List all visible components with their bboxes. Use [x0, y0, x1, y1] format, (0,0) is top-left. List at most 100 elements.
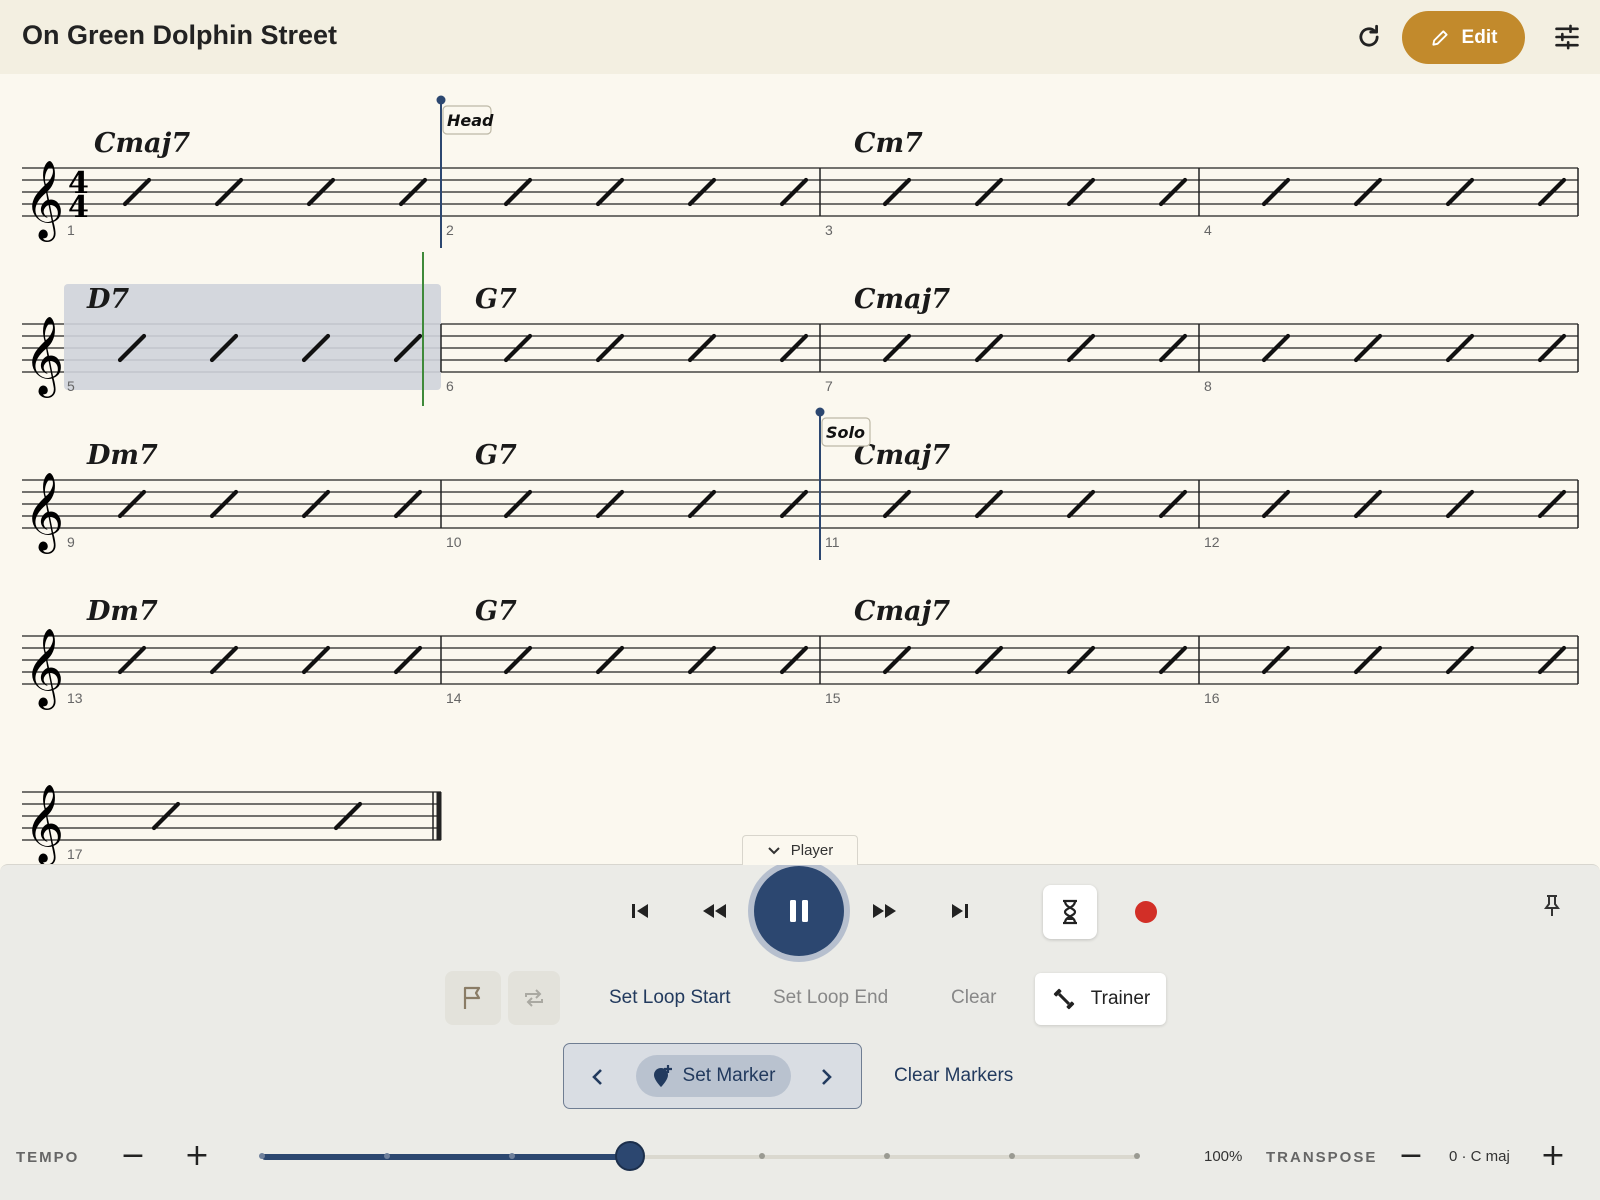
measure-number: 7 [825, 378, 833, 394]
tempo-slider-tick [509, 1153, 515, 1159]
tempo-slider-tick [259, 1153, 265, 1159]
song-title: On Green Dolphin Street [22, 20, 338, 50]
measure-number: 13 [67, 690, 83, 706]
tempo-slider-tick [884, 1153, 890, 1159]
tempo-decrease-button[interactable]: − [116, 1140, 150, 1174]
chord-symbol: Cmaj7 [854, 596, 950, 627]
measure-number: 8 [1204, 378, 1212, 394]
measure-number: 5 [67, 378, 75, 394]
pause-button[interactable] [754, 866, 844, 956]
treble-clef: 𝄞 [24, 784, 64, 864]
clear-markers-button[interactable]: Clear Markers [894, 1065, 1013, 1087]
chevron-down-icon [768, 846, 780, 854]
tempo-value: 100% [1204, 1148, 1243, 1165]
tempo-slider-tick [759, 1153, 765, 1159]
count-in-button[interactable] [1043, 885, 1097, 939]
treble-clef: 𝄞 [24, 160, 64, 242]
marker-label: Head [447, 111, 494, 130]
rewind-button[interactable] [692, 889, 736, 933]
chord-symbol: Cmaj7 [94, 128, 190, 159]
measure-number: 14 [446, 690, 462, 706]
chord-symbol: G7 [475, 440, 517, 471]
record-button[interactable] [1119, 885, 1173, 939]
hourglass-icon [1063, 899, 1077, 925]
measure-number: 17 [67, 846, 83, 862]
app-header: On Green Dolphin Street Edit [0, 0, 1600, 74]
transpose-value: 0 · C maj [1449, 1148, 1510, 1165]
marker-handle [815, 407, 825, 417]
treble-clef: 𝄞 [24, 316, 64, 398]
tempo-slider-thumb[interactable] [614, 1141, 645, 1171]
chord-symbol: G7 [475, 596, 517, 627]
tempo-slider[interactable] [259, 1141, 1140, 1171]
transpose-decrease-button[interactable]: − [1394, 1140, 1428, 1174]
repeat-icon [525, 989, 543, 1007]
chord-symbol: Dm7 [86, 596, 158, 627]
player-toggle[interactable]: Player [742, 835, 858, 865]
tempo-slider-fill [262, 1154, 630, 1160]
marker-label: Solo [826, 423, 865, 442]
chord-symbol: Cm7 [854, 128, 923, 159]
tempo-label: TEMPO [16, 1149, 80, 1166]
measure-number: 1 [67, 222, 75, 238]
flag-icon [463, 986, 481, 1009]
measure-number: 10 [446, 534, 462, 550]
previous-marker-button[interactable] [576, 1055, 620, 1099]
set-marker-label: Set Marker [682, 1065, 776, 1086]
marker-handle [436, 95, 446, 105]
skip-to-start-button[interactable] [618, 889, 662, 933]
trainer-label: Trainer [1090, 988, 1151, 1009]
next-marker-button[interactable] [804, 1055, 848, 1099]
set-marker-button[interactable]: Set Marker [636, 1055, 791, 1097]
pin-icon [1544, 895, 1560, 916]
set-loop-end-button[interactable]: Set Loop End [773, 987, 888, 1009]
fast-forward-icon [873, 904, 896, 918]
dumbbell-icon [1053, 988, 1074, 1010]
chord-symbol: G7 [475, 284, 517, 315]
chevron-right-icon [822, 1069, 832, 1085]
edit-button[interactable]: Edit [1402, 11, 1525, 64]
sliders-icon[interactable] [1550, 20, 1584, 54]
lead-sheet[interactable]: 𝄞 441Cmaj72 3Cm74𝄞 5D76G77Cmaj78𝄞 9Dm710G711… [0, 74, 1600, 864]
measure-number: 12 [1204, 534, 1220, 550]
record-icon [1135, 901, 1157, 923]
measure-number: 11 [825, 534, 840, 550]
transpose-increase-button[interactable]: + [1536, 1140, 1570, 1174]
treble-clef: 𝄞 [24, 472, 64, 554]
chord-symbol: D7 [86, 284, 129, 315]
tempo-slider-tick [384, 1153, 390, 1159]
time-signature-bottom: 4 [68, 190, 89, 225]
measure-number: 4 [1204, 222, 1212, 238]
chevron-left-icon [592, 1069, 602, 1085]
measure-number: 6 [446, 378, 454, 394]
skip-start-icon [632, 904, 648, 918]
treble-clef: 𝄞 [24, 628, 64, 710]
skip-end-icon [952, 904, 968, 918]
pin-button[interactable] [1530, 884, 1574, 928]
chord-symbol: Dm7 [86, 440, 158, 471]
pause-icon [790, 900, 808, 922]
tempo-slider-tick [1134, 1153, 1140, 1159]
measure-number: 9 [67, 534, 75, 550]
set-loop-start-button[interactable]: Set Loop Start [609, 987, 730, 1009]
trainer-button[interactable]: Trainer [1035, 973, 1166, 1025]
player-tab-label: Player [790, 842, 834, 859]
tempo-slider-tick [1009, 1153, 1015, 1159]
loop-toggle-button[interactable] [508, 971, 560, 1025]
transpose-label: TRANSPOSE [1266, 1149, 1378, 1166]
measure-number: 3 [825, 222, 833, 238]
measure-number: 16 [1204, 690, 1220, 706]
chord-symbol: Cmaj7 [854, 284, 950, 315]
add-marker-icon [653, 1065, 672, 1087]
clear-loop-button[interactable]: Clear [951, 987, 996, 1009]
loop-flag-button[interactable] [445, 971, 501, 1025]
marker-navigator: Set Marker [563, 1043, 862, 1109]
refresh-icon[interactable] [1352, 20, 1386, 54]
skip-to-end-button[interactable] [938, 889, 982, 933]
tempo-increase-button[interactable]: + [180, 1140, 214, 1174]
measure-number: 2 [446, 222, 454, 238]
rewind-icon [703, 904, 726, 918]
pencil-icon [1431, 29, 1448, 46]
edit-label: Edit [1461, 26, 1498, 48]
fast-forward-button[interactable] [863, 889, 907, 933]
